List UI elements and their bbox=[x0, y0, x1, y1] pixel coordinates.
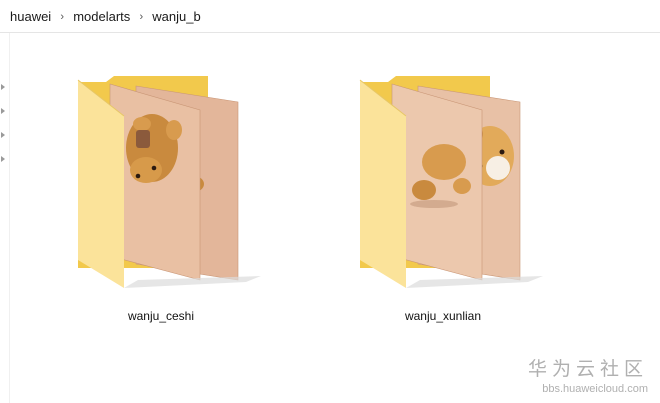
watermark-url: bbs.huaweicloud.com bbox=[542, 383, 648, 395]
file-explorer-window: huawei › modelarts › wanju_b wanju_ceshi… bbox=[0, 0, 660, 403]
breadcrumb: huawei › modelarts › wanju_b bbox=[0, 0, 205, 33]
folder-name[interactable]: wanju_ceshi bbox=[76, 309, 246, 323]
breadcrumb-item-wanju-b[interactable]: wanju_b bbox=[148, 9, 204, 24]
expand-arrow-icon[interactable] bbox=[1, 156, 5, 162]
navigation-pane bbox=[0, 33, 10, 403]
folder-item-wanju-xunlian[interactable]: wanju_xunlian bbox=[358, 72, 558, 323]
breadcrumb-item-modelarts[interactable]: modelarts bbox=[69, 9, 134, 24]
folder-icon bbox=[359, 76, 543, 288]
address-bar[interactable]: huawei › modelarts › wanju_b bbox=[0, 0, 660, 33]
expand-arrow-icon[interactable] bbox=[1, 84, 5, 90]
expand-arrow-icon[interactable] bbox=[1, 132, 5, 138]
breadcrumb-separator-icon[interactable]: › bbox=[55, 11, 69, 23]
folder-item-wanju-ceshi[interactable]: wanju_ceshi bbox=[76, 72, 276, 323]
breadcrumb-item-huawei[interactable]: huawei bbox=[0, 9, 55, 24]
breadcrumb-separator-icon[interactable]: › bbox=[134, 11, 148, 23]
expand-arrow-icon[interactable] bbox=[1, 108, 5, 114]
watermark: 华为云社区 bbs.huaweicloud.com bbox=[528, 354, 648, 395]
folder-icon bbox=[77, 76, 261, 288]
folder-name[interactable]: wanju_xunlian bbox=[358, 309, 528, 323]
watermark-title: 华为云社区 bbox=[527, 358, 648, 380]
